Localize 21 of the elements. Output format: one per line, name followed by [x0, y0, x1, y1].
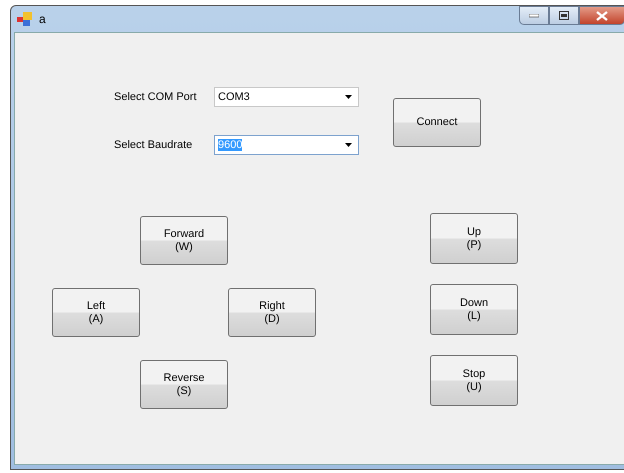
com-port-dropdown[interactable]: COM3	[214, 87, 359, 107]
minimize-button[interactable]	[519, 6, 549, 25]
command-button[interactable]: Connect	[393, 98, 481, 147]
maximize-icon	[559, 11, 569, 20]
app-icon	[17, 12, 33, 26]
minimize-icon	[529, 14, 539, 18]
command-button[interactable]: Reverse (S)	[140, 360, 228, 409]
command-button[interactable]: Left (A)	[52, 288, 140, 337]
command-button[interactable]: Forward (W)	[140, 216, 228, 265]
field-label: Select COM Port	[114, 91, 198, 103]
command-button[interactable]: Stop (U)	[430, 355, 518, 406]
window-title: a	[39, 12, 46, 26]
command-button[interactable]: Down (L)	[430, 284, 518, 335]
dropdown-arrow-icon	[345, 95, 352, 99]
close-icon	[596, 10, 608, 20]
command-button[interactable]: Right (D)	[228, 288, 316, 337]
close-button[interactable]	[579, 6, 624, 25]
maximize-button[interactable]	[549, 6, 579, 25]
command-button[interactable]: Up (P)	[430, 213, 518, 264]
field-label: Select Baudrate	[114, 139, 194, 151]
dropdown-arrow-icon	[345, 143, 352, 147]
